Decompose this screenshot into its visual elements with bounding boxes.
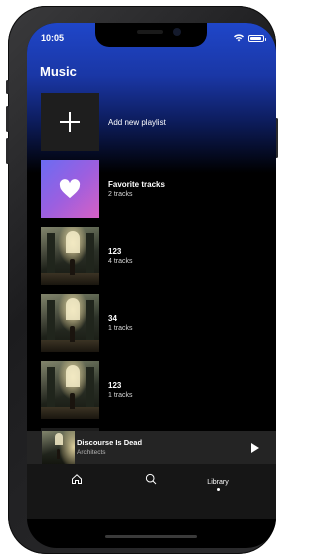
home-icon [72, 474, 82, 484]
page-title: Music [40, 64, 77, 79]
playlist-title: Favorite tracks [108, 179, 165, 189]
playlist-cover-image [41, 361, 99, 419]
playlist-row[interactable]: 34 1 tracks [41, 294, 251, 352]
notch [95, 23, 207, 47]
status-icons [234, 34, 266, 42]
add-playlist-label: Add new playlist [108, 117, 166, 127]
heart-icon [59, 179, 81, 199]
playlist-track-count: 1 tracks [108, 324, 133, 332]
playlist-row[interactable]: 123 4 tracks [41, 227, 251, 285]
home-indicator [105, 535, 197, 538]
app-screen: 10:05 Music Add new playlist Favorite tr… [27, 23, 276, 548]
plus-icon [60, 112, 80, 132]
volume-down-button [6, 138, 9, 164]
playlist-row[interactable]: 123 1 tracks [41, 361, 251, 419]
now-playing-cover [42, 431, 75, 464]
now-playing-title: Discourse Is Dead [77, 438, 143, 447]
mute-switch [6, 80, 9, 94]
active-tab-indicator [216, 488, 220, 491]
playlist-title: 123 [108, 246, 122, 256]
status-time: 10:05 [41, 33, 65, 43]
playlist-cover-image [41, 294, 99, 352]
camera [173, 28, 181, 36]
playlist-track-count: 1 tracks [108, 391, 133, 399]
battery-icon [248, 34, 266, 42]
playlist-title: 123 [108, 380, 122, 390]
favorites-thumb [41, 160, 99, 218]
tab-home[interactable] [47, 472, 107, 498]
tab-library[interactable]: Library [188, 479, 248, 505]
volume-up-button [6, 106, 9, 132]
tab-bar: Library [27, 464, 276, 519]
tab-search[interactable] [121, 472, 181, 498]
add-playlist-row[interactable]: Add new playlist [41, 93, 251, 151]
playlist-row-favorites[interactable]: Favorite tracks 2 tracks [41, 160, 251, 218]
tab-library-label: Library [207, 479, 229, 486]
playlist-track-count: 4 tracks [108, 257, 133, 265]
playlist-track-count: 2 tracks [108, 190, 133, 198]
speaker [137, 30, 163, 34]
playlist-cover-image [41, 227, 99, 285]
play-icon[interactable] [251, 443, 259, 453]
now-playing-bar[interactable]: Discourse Is Dead Architects [27, 431, 276, 464]
now-playing-artist: Architects [77, 449, 106, 456]
wifi-icon [234, 34, 244, 42]
playlist-title: 34 [108, 313, 117, 323]
add-playlist-thumb [41, 93, 99, 151]
search-icon [145, 473, 157, 485]
